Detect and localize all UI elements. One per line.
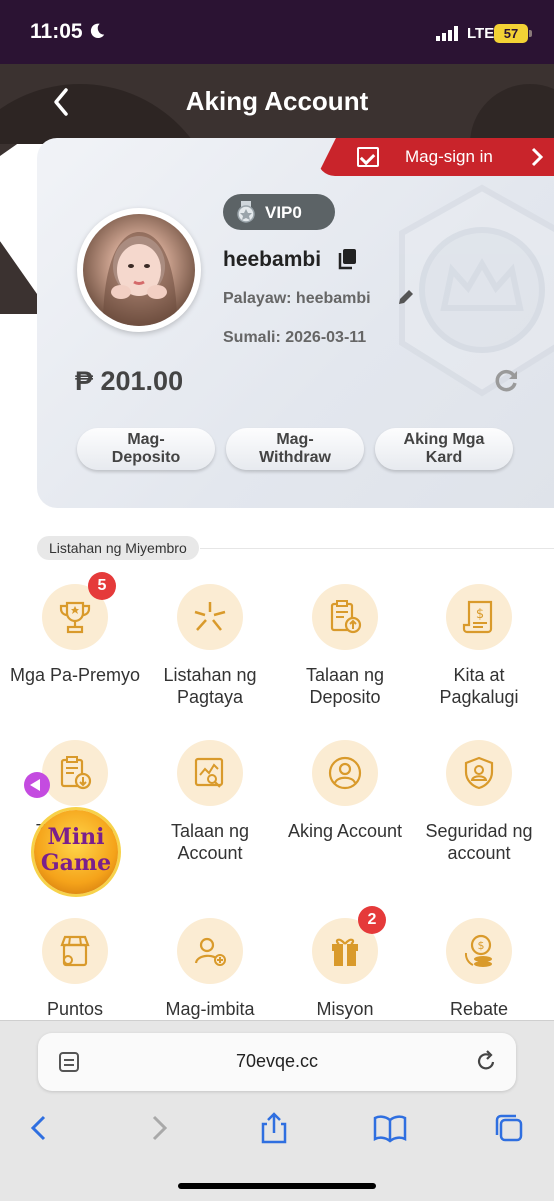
pencil-icon[interactable] <box>397 288 415 306</box>
notification-badge: 2 <box>358 906 386 934</box>
shop-icon <box>42 918 108 984</box>
menu-item-account-security[interactable]: Seguridad ng account <box>412 740 546 890</box>
menu-item-label: Mga Pa-Premyo <box>9 665 141 685</box>
coins-icon: $ <box>446 918 512 984</box>
my-cards-button-label: Aking Mga Kard <box>403 431 485 466</box>
url-text: 70evqe.cc <box>235 1051 319 1071</box>
bookmarks-icon[interactable] <box>373 1111 407 1145</box>
withdraw-button-label: Mag-Withdraw <box>259 431 331 466</box>
menu-item-rewards[interactable]: 5 Mga Pa-Premyo <box>8 572 142 734</box>
menu-item-deposit-record[interactable]: Talaan ng Deposito <box>278 584 412 734</box>
menu-item-label: Misyon <box>316 999 374 1019</box>
section-label: Listahan ng Miyembro <box>37 536 199 560</box>
home-indicator <box>178 1183 376 1189</box>
address-bar[interactable]: 70evqe.cc <box>38 1033 516 1091</box>
status-time: 11:05 <box>30 20 83 43</box>
menu-item-my-account[interactable]: Aking Account <box>278 740 412 890</box>
page-title: Aking Account <box>185 86 369 116</box>
deposit-button[interactable]: Mag-Deposito <box>77 428 215 470</box>
browser-toolbar: 70evqe.cc <box>0 1020 554 1201</box>
network-label: LTE <box>467 25 495 42</box>
avatar[interactable] <box>77 208 201 332</box>
collapse-arrow-button[interactable] <box>24 772 50 798</box>
menu-item-label: Seguridad ng account <box>425 821 533 863</box>
menu-item-label: Aking Account <box>287 821 403 841</box>
profile-card: Mag-sign in VIP0 heebambi Palayaw: heeba… <box>37 138 554 508</box>
back-nav-icon[interactable] <box>22 1111 56 1145</box>
svg-text:$: $ <box>476 607 484 622</box>
invite-icon <box>177 918 243 984</box>
copy-icon[interactable] <box>338 248 358 270</box>
menu-item-label: Kita at Pagkalugi <box>439 665 519 707</box>
join-date: Sumali: 2026-03-11 <box>223 329 367 346</box>
share-icon[interactable] <box>257 1111 291 1145</box>
nickname: Palayaw: heebambi <box>223 290 371 307</box>
user-icon <box>312 740 378 806</box>
shield-icon <box>446 740 512 806</box>
balance-amount: ₱ 201.00 <box>75 366 184 396</box>
menu-item-label: Mag-imbita <box>165 999 255 1019</box>
tabs-icon[interactable] <box>492 1111 526 1145</box>
forward-nav-icon[interactable] <box>142 1111 176 1145</box>
menu-item-betting-list[interactable]: Listahan ng Pagtaya <box>143 584 277 734</box>
signal-icon <box>436 26 458 41</box>
sign-in-button[interactable]: Mag-sign in <box>317 138 554 176</box>
mini-game-button[interactable]: Mini Game <box>34 810 118 894</box>
menu-item-label: Talaan ng Account <box>170 821 250 863</box>
svg-text:$: $ <box>478 939 485 952</box>
battery-indicator: 57 <box>494 24 532 43</box>
menu-item-label: Puntos <box>46 999 104 1019</box>
menu-item-label: Rebate <box>449 999 509 1019</box>
moon-icon <box>90 23 105 39</box>
sign-in-label: Mag-sign in <box>405 147 493 166</box>
menu-item-account-record[interactable]: Talaan ng Account <box>143 740 277 890</box>
betting-list-icon <box>177 584 243 650</box>
profit-loss-icon: $ <box>446 584 512 650</box>
reload-icon[interactable] <box>474 1049 498 1073</box>
vip-level: VIP0 <box>265 203 302 222</box>
mini-game-label: Mini Game <box>40 824 112 876</box>
divider <box>200 548 554 549</box>
page-header: Aking Account <box>0 64 554 144</box>
my-cards-button[interactable]: Aking Mga Kard <box>375 428 513 470</box>
account-record-icon <box>177 740 243 806</box>
deposit-button-label: Mag-Deposito <box>111 431 181 466</box>
vip-badge[interactable]: VIP0 <box>223 194 335 230</box>
menu-item-label: Talaan ng Deposito <box>305 665 385 707</box>
refresh-icon[interactable] <box>493 368 519 394</box>
username: heebambi <box>223 248 322 271</box>
status-bar: 11:05 LTE 57 <box>0 0 554 64</box>
medal-icon <box>237 201 255 223</box>
chevron-right-icon <box>531 147 544 167</box>
checkbox-icon <box>357 147 379 167</box>
withdraw-record-icon <box>42 740 108 806</box>
menu-item-label: Listahan ng Pagtaya <box>163 665 257 707</box>
menu-item-profit-loss[interactable]: $ Kita at Pagkalugi <box>412 584 546 734</box>
deposit-record-icon <box>312 584 378 650</box>
avatar-photo <box>83 214 195 326</box>
withdraw-button[interactable]: Mag-Withdraw <box>226 428 364 470</box>
notification-badge: 5 <box>88 572 116 600</box>
